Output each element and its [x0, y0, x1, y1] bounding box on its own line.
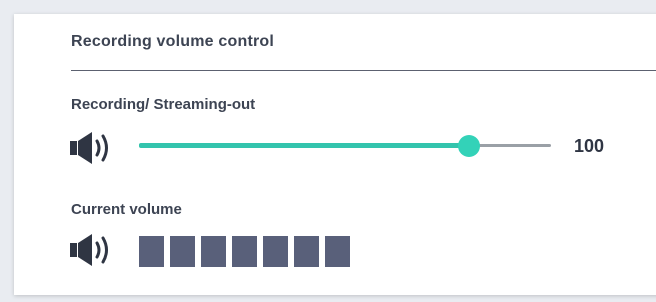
volume-value: 100	[574, 136, 605, 156]
current-volume-meter	[139, 236, 350, 267]
recording-volume-panel: Recording volume control Recording/ Stre…	[14, 14, 656, 295]
speaker-icon	[70, 234, 108, 266]
slider-thumb[interactable]	[457, 135, 480, 157]
meter-segment	[139, 236, 164, 267]
meter-segment	[263, 236, 288, 267]
recording-label: Recording/ Streaming-out	[71, 96, 256, 113]
meter-segment	[232, 236, 257, 267]
recording-volume-slider[interactable]	[139, 135, 551, 157]
meter-segment	[170, 236, 195, 267]
divider	[71, 70, 656, 71]
panel-title: Recording volume control	[71, 33, 275, 50]
speaker-icon[interactable]	[70, 131, 116, 165]
meter-segment	[325, 236, 350, 267]
meter-segment	[294, 236, 319, 267]
slider-fill	[139, 143, 469, 148]
current-volume-label: Current volume	[71, 201, 182, 218]
meter-segment	[201, 236, 226, 267]
